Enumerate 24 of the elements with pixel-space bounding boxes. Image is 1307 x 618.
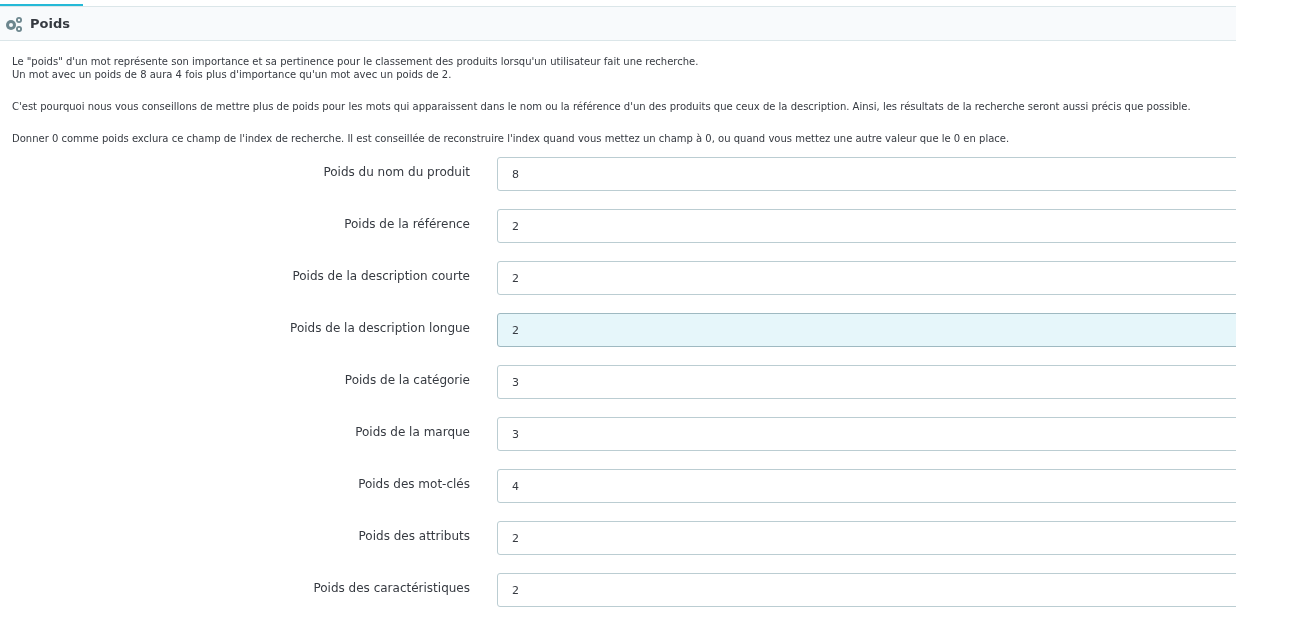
field-label: Poids de la catégorie — [343, 372, 470, 389]
panel-title: Poids — [30, 14, 70, 33]
weight-input[interactable]: 2 — [497, 209, 1236, 243]
weight-input[interactable]: 2 — [497, 521, 1236, 555]
help-text: Donner 0 comme poids exclura ce champ de l'index de recherche. Il est conseillée de reconstruire l'index quand vous mettez un champ à 0, ou quand vous mettez une autre valeur que le 0 en place. — [12, 132, 1011, 145]
field-label: Poids de la marque — [354, 424, 470, 441]
field-label: Poids de la description longue — [289, 320, 470, 337]
field-label: Poids des attributs — [357, 528, 470, 545]
weight-input[interactable]: 2 — [497, 261, 1236, 295]
help-text: C'est pourquoi nous vous conseillons de mettre plus de poids pour les mots qui apparaissent dans le nom ou la référence d'un des produits que ceux de la description. Ainsi, les résultats de la recherche seront aussi précis que possible. — [12, 100, 1192, 113]
gears-icon — [4, 14, 24, 33]
weight-input[interactable]: 4 — [497, 469, 1236, 503]
field-label: Poids des mot-clés — [357, 476, 470, 493]
weight-input[interactable]: 3 — [497, 417, 1236, 451]
field-label: Poids de la référence — [343, 216, 470, 233]
weight-input[interactable]: 2 — [497, 573, 1236, 607]
weight-input[interactable]: 2 — [497, 313, 1236, 347]
weight-input[interactable]: 8 — [497, 157, 1236, 191]
help-text: Un mot avec un poids de 8 aura 4 fois plus d'importance qu'un mot avec un poids de 2. — [12, 68, 453, 81]
weight-input[interactable]: 3 — [497, 365, 1236, 399]
field-label: Poids du nom du produit — [322, 164, 470, 181]
field-label: Poids de la description courte — [291, 268, 470, 285]
help-text: Le "poids" d'un mot représente son importance et sa pertinence pour le classement des produits lorsqu'un utilisateur fait une recherche. — [12, 55, 700, 68]
field-label: Poids des caractéristiques — [312, 580, 470, 597]
